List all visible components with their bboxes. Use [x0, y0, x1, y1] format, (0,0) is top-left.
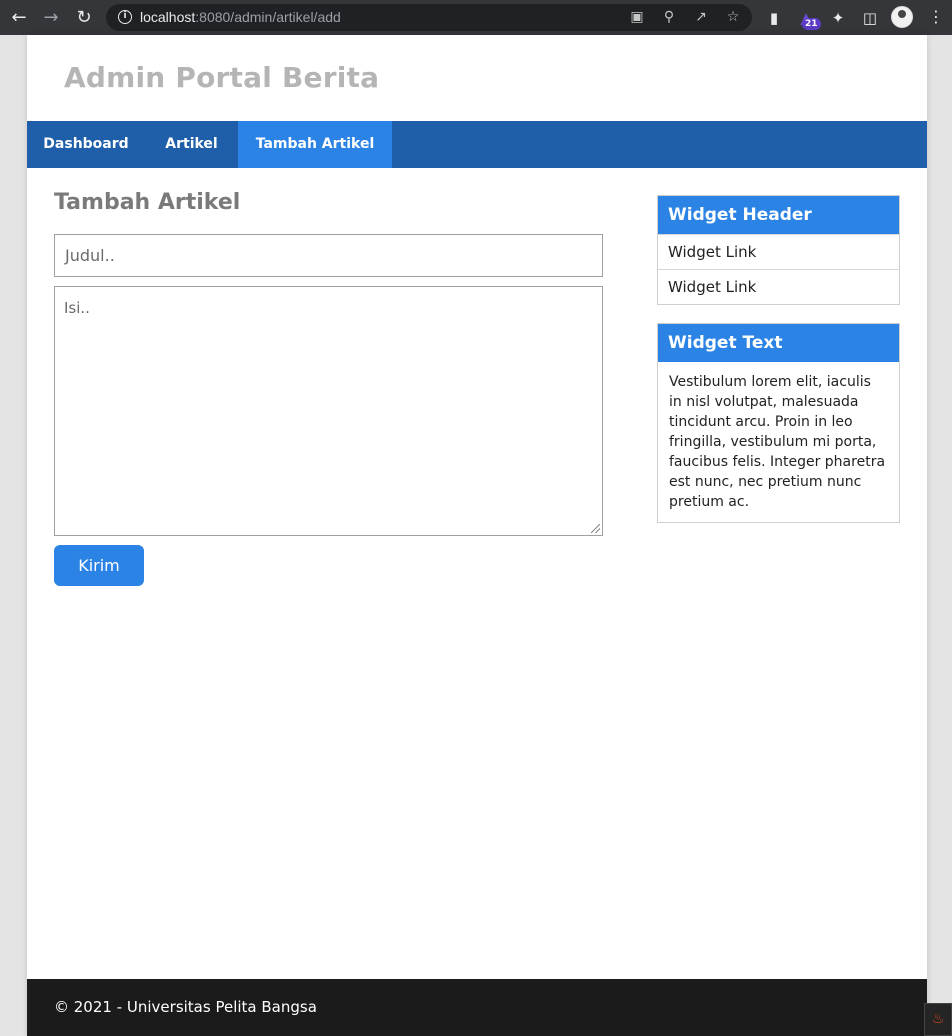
- widget-header: Widget Header: [658, 196, 899, 234]
- widget-links: Widget Header Widget Link Widget Link: [657, 195, 900, 305]
- translate-icon[interactable]: ▣: [628, 8, 646, 26]
- back-arrow-icon[interactable]: ←: [8, 7, 30, 29]
- nav-tambah-artikel[interactable]: Tambah Artikel: [238, 121, 392, 168]
- debug-toolbar-toggle[interactable]: ♨: [924, 1003, 952, 1036]
- main-navbar: Dashboard Artikel Tambah Artikel: [27, 121, 927, 168]
- extensions-puzzle-icon[interactable]: ✦: [828, 8, 848, 28]
- widget-link[interactable]: Widget Link: [658, 234, 899, 269]
- browser-toolbar: ← → ↻ i localhost:8080/admin/artikel/add…: [0, 0, 952, 35]
- forward-arrow-icon[interactable]: →: [40, 7, 62, 29]
- address-bar[interactable]: i localhost:8080/admin/artikel/add ▣ ⚲ ↗…: [106, 4, 752, 31]
- zoom-icon[interactable]: ⚲: [660, 8, 678, 26]
- nav-artikel[interactable]: Artikel: [145, 121, 238, 168]
- extension-doc-icon[interactable]: ▮: [764, 8, 784, 28]
- footer-copyright: © 2021 - Universitas Pelita Bangsa: [54, 998, 317, 1016]
- url-text[interactable]: localhost:8080/admin/artikel/add: [140, 9, 341, 25]
- widget-text-header: Widget Text: [658, 324, 899, 362]
- extension-badge: 21: [802, 18, 821, 30]
- profile-avatar[interactable]: [891, 6, 913, 28]
- side-panel-icon[interactable]: ◫: [860, 8, 880, 28]
- judul-input[interactable]: Judul..: [54, 234, 603, 277]
- isi-placeholder: Isi..: [64, 299, 90, 317]
- site-header: Admin Portal Berita: [27, 35, 927, 121]
- page-container: Admin Portal Berita Dashboard Artikel Ta…: [27, 35, 927, 1036]
- site-footer: © 2021 - Universitas Pelita Bangsa: [27, 979, 927, 1036]
- widget-link[interactable]: Widget Link: [658, 269, 899, 304]
- submit-button[interactable]: Kirim: [54, 545, 144, 586]
- reload-icon[interactable]: ↻: [73, 7, 95, 29]
- browser-menu-icon[interactable]: ⋮: [928, 8, 944, 26]
- page-title: Tambah Artikel: [54, 190, 241, 215]
- widget-text: Widget Text Vestibulum lorem elit, iacul…: [657, 323, 900, 523]
- widget-text-body: Vestibulum lorem elit, iaculis in nisl v…: [669, 374, 886, 510]
- isi-textarea[interactable]: Isi..: [54, 286, 603, 536]
- resize-handle-icon[interactable]: [591, 524, 600, 533]
- nav-dashboard[interactable]: Dashboard: [27, 121, 145, 168]
- bookmark-star-icon[interactable]: ☆: [724, 8, 742, 26]
- flame-icon: ♨: [931, 1011, 945, 1027]
- site-info-icon[interactable]: i: [118, 10, 132, 24]
- site-title: Admin Portal Berita: [64, 61, 380, 94]
- share-icon[interactable]: ↗: [692, 8, 710, 26]
